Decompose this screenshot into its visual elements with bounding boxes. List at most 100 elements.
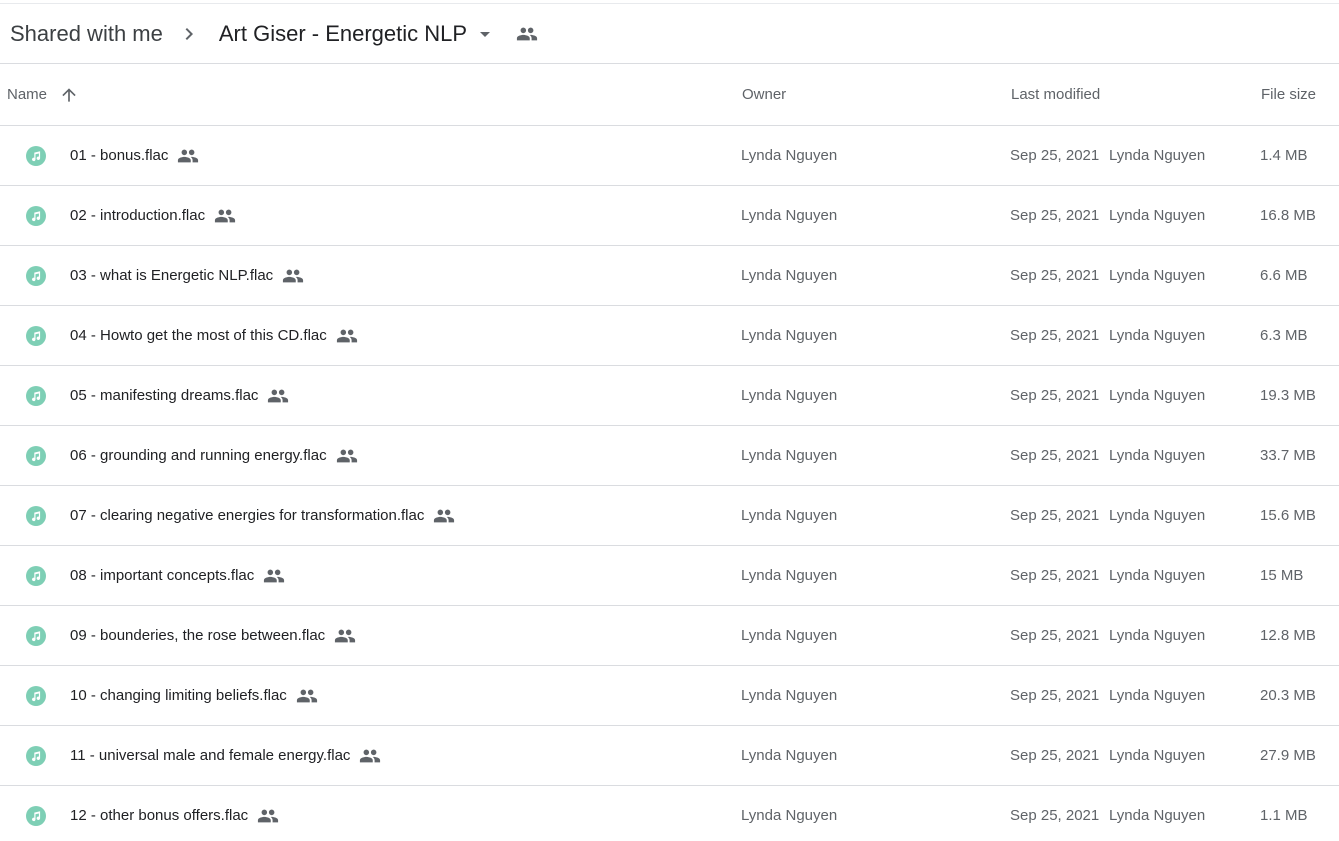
modified-by-cell: Lynda Nguyen [1109,627,1206,644]
modified-by-cell: Lynda Nguyen [1109,567,1206,584]
file-size-cell: 15.6 MB [1260,507,1316,524]
file-row[interactable]: 03 - what is Energetic NLP.flac Lynda Ng… [0,246,1339,306]
file-size-cell: 15 MB [1260,567,1304,584]
audio-file-icon [24,624,48,648]
owner-column-header[interactable]: Owner [742,64,786,125]
people-icon [359,745,381,767]
people-icon [282,265,304,287]
modified-by-cell: Lynda Nguyen [1109,387,1206,404]
file-row[interactable]: 02 - introduction.flac Lynda Nguyen Sep … [0,186,1339,246]
audio-file-icon [24,564,48,588]
name-column-header[interactable]: Name [7,64,81,125]
breadcrumb-shared-with-me[interactable]: Shared with me [0,15,173,53]
people-icon[interactable] [515,22,539,46]
file-size-column-header[interactable]: File size [1261,64,1316,125]
people-icon [263,565,285,587]
audio-file-icon [24,444,48,468]
modified-date-cell: Sep 25, 2021 [1010,627,1100,644]
current-folder-menu-button[interactable]: Art Giser - Energetic NLP [209,15,497,53]
owner-cell: Lynda Nguyen [741,387,838,404]
drive-folder-view: Shared with me Art Giser - Energetic NLP… [0,0,1339,841]
file-size-cell: 16.8 MB [1260,207,1316,224]
file-name: 01 - bonus.flac [70,147,169,164]
file-row[interactable]: 04 - Howto get the most of this CD.flac … [0,306,1339,366]
people-icon [267,385,289,407]
file-name-cell: 06 - grounding and running energy.flac [70,426,358,485]
people-icon [433,505,455,527]
owner-cell: Lynda Nguyen [741,507,838,524]
audio-file-icon [24,744,48,768]
file-name: 05 - manifesting dreams.flac [70,387,259,404]
audio-file-icon [24,504,48,528]
file-name: 07 - clearing negative energies for tran… [70,507,425,524]
audio-file-icon [24,804,48,828]
file-name: 10 - changing limiting beliefs.flac [70,687,287,704]
modified-by-cell: Lynda Nguyen [1109,807,1206,824]
modified-date-cell: Sep 25, 2021 [1010,327,1100,344]
modified-by-cell: Lynda Nguyen [1109,507,1206,524]
file-row[interactable]: 09 - bounderies, the rose between.flac L… [0,606,1339,666]
people-icon [336,445,358,467]
file-row[interactable]: 01 - bonus.flac Lynda Nguyen Sep 25, 202… [0,126,1339,186]
file-size-cell: 33.7 MB [1260,447,1316,464]
modified-date-cell: Sep 25, 2021 [1010,267,1100,284]
file-name: 03 - what is Energetic NLP.flac [70,267,274,284]
file-name-cell: 02 - introduction.flac [70,186,236,245]
file-list-header: Name Owner Last modified File size [0,64,1339,126]
people-icon [336,325,358,347]
file-list: 01 - bonus.flac Lynda Nguyen Sep 25, 202… [0,126,1339,841]
modified-date-cell: Sep 25, 2021 [1010,387,1100,404]
file-size-cell: 6.6 MB [1260,267,1308,284]
people-icon [296,685,318,707]
modified-date-cell: Sep 25, 2021 [1010,207,1100,224]
breadcrumb: Shared with me Art Giser - Energetic NLP [0,4,1339,64]
file-name: 11 - universal male and female energy.fl… [70,747,351,764]
modified-date-cell: Sep 25, 2021 [1010,147,1100,164]
file-size-cell: 1.4 MB [1260,147,1308,164]
modified-by-cell: Lynda Nguyen [1109,267,1206,284]
owner-cell: Lynda Nguyen [741,687,838,704]
file-row[interactable]: 08 - important concepts.flac Lynda Nguye… [0,546,1339,606]
file-name: 12 - other bonus offers.flac [70,807,249,824]
owner-cell: Lynda Nguyen [741,267,838,284]
file-row[interactable]: 05 - manifesting dreams.flac Lynda Nguye… [0,366,1339,426]
chevron-right-icon [177,22,201,46]
file-size-cell: 20.3 MB [1260,687,1316,704]
owner-cell: Lynda Nguyen [741,627,838,644]
modified-by-cell: Lynda Nguyen [1109,147,1206,164]
file-name: 04 - Howto get the most of this CD.flac [70,327,327,344]
file-name-cell: 08 - important concepts.flac [70,546,285,605]
owner-cell: Lynda Nguyen [741,567,838,584]
arrow-upward-icon[interactable] [57,83,81,107]
people-icon [257,805,279,827]
file-name: 09 - bounderies, the rose between.flac [70,627,326,644]
modified-by-cell: Lynda Nguyen [1109,207,1206,224]
file-name-cell: 01 - bonus.flac [70,126,199,185]
audio-file-icon [24,684,48,708]
file-name-cell: 10 - changing limiting beliefs.flac [70,666,318,725]
modified-date-cell: Sep 25, 2021 [1010,507,1100,524]
last-modified-column-header[interactable]: Last modified [1011,64,1100,125]
file-name-cell: 05 - manifesting dreams.flac [70,366,289,425]
owner-cell: Lynda Nguyen [741,147,838,164]
file-name-cell: 12 - other bonus offers.flac [70,786,279,841]
modified-date-cell: Sep 25, 2021 [1010,687,1100,704]
owner-cell: Lynda Nguyen [741,807,838,824]
file-name-cell: 03 - what is Energetic NLP.flac [70,246,304,305]
modified-date-cell: Sep 25, 2021 [1010,807,1100,824]
file-row[interactable]: 11 - universal male and female energy.fl… [0,726,1339,786]
file-size-cell: 12.8 MB [1260,627,1316,644]
file-row[interactable]: 12 - other bonus offers.flac Lynda Nguye… [0,786,1339,841]
modified-by-cell: Lynda Nguyen [1109,747,1206,764]
audio-file-icon [24,144,48,168]
file-row[interactable]: 07 - clearing negative energies for tran… [0,486,1339,546]
modified-date-cell: Sep 25, 2021 [1010,567,1100,584]
name-column-label: Name [7,86,48,103]
file-size-cell: 27.9 MB [1260,747,1316,764]
modified-date-cell: Sep 25, 2021 [1010,747,1100,764]
file-name-cell: 11 - universal male and female energy.fl… [70,726,381,785]
file-name-cell: 09 - bounderies, the rose between.flac [70,606,356,665]
file-row[interactable]: 06 - grounding and running energy.flac L… [0,426,1339,486]
file-name-cell: 04 - Howto get the most of this CD.flac [70,306,358,365]
file-row[interactable]: 10 - changing limiting beliefs.flac Lynd… [0,666,1339,726]
